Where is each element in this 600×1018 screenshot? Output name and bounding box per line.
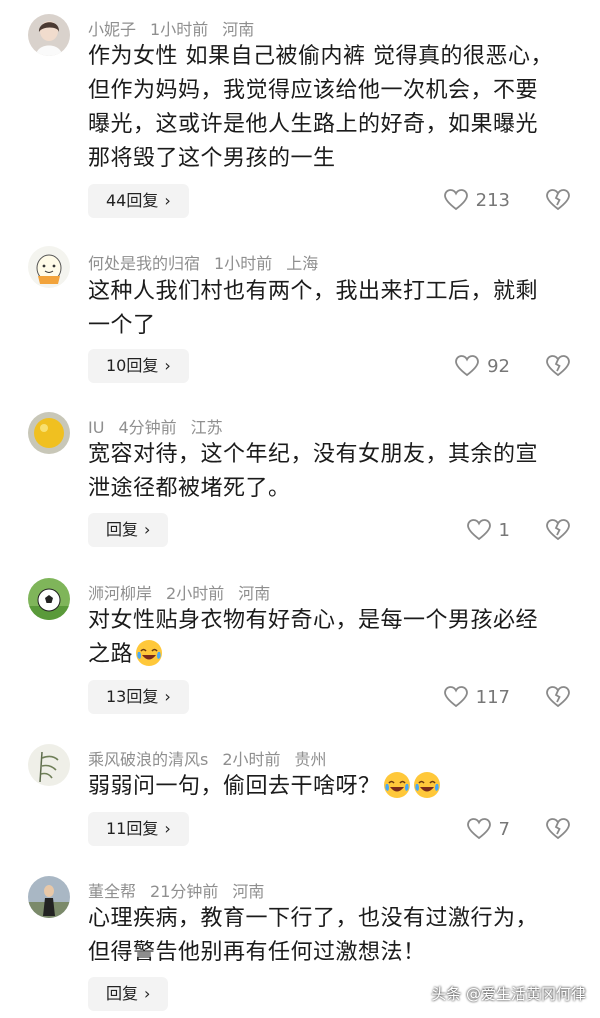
heart-icon — [455, 355, 479, 377]
username[interactable]: 浉河柳岸 — [88, 584, 152, 603]
chevron-right-icon: › — [144, 984, 151, 1003]
chevron-right-icon: › — [144, 520, 151, 539]
timestamp: 4分钟前 — [118, 418, 177, 437]
chevron-right-icon: › — [164, 819, 171, 838]
comment-text: 心理疾病，教育一下行了，也没有过激行为， 但得警告他别再有任何过激想法！ — [88, 906, 539, 965]
location: 河南 — [238, 584, 271, 603]
like-count: 1 — [498, 519, 510, 541]
like-count: 117 — [475, 686, 510, 708]
avatar[interactable] — [28, 578, 70, 620]
timestamp: 1小时前 — [214, 254, 273, 273]
like-count: 7 — [498, 818, 510, 840]
watermark: 头条 @爱生活黄冈何律 — [431, 985, 586, 1003]
like-count: 92 — [487, 355, 510, 377]
like-button[interactable]: 92 — [455, 355, 510, 377]
view-replies-button[interactable]: 10回复 › — [88, 349, 189, 383]
timestamp: 21分钟前 — [150, 882, 219, 901]
comment-text: 弱弱问一句，偷回去干啥呀？ — [88, 770, 568, 804]
dislike-button[interactable] — [546, 355, 570, 381]
chevron-right-icon: › — [164, 191, 171, 210]
reply-button[interactable]: 回复 › — [88, 513, 169, 547]
comment-meta: 浉河柳岸 2小时前 河南 — [88, 580, 284, 604]
comment-meta: 乘风破浪的清风s 2小时前 贵州 — [88, 746, 341, 770]
broken-heart-icon — [546, 519, 570, 541]
avatar[interactable] — [28, 14, 70, 56]
comment-meta: IU 4分钟前 江苏 — [88, 414, 237, 438]
view-replies-button[interactable]: 44回复 › — [88, 184, 189, 218]
dislike-button[interactable] — [546, 686, 570, 712]
timestamp: 2小时前 — [222, 750, 281, 769]
view-replies-button[interactable]: 13回复 › — [88, 680, 189, 714]
location: 河南 — [222, 20, 255, 39]
avatar[interactable] — [28, 876, 70, 918]
username[interactable]: 何处是我的归宿 — [88, 254, 200, 273]
timestamp: 1小时前 — [150, 20, 209, 39]
username[interactable]: 乘风破浪的清风s — [88, 750, 208, 769]
heart-icon — [443, 686, 468, 708]
dislike-button[interactable] — [546, 818, 570, 844]
location: 贵州 — [294, 750, 327, 769]
heart-icon — [466, 519, 491, 541]
chevron-right-icon: › — [164, 687, 171, 706]
heart-icon — [466, 818, 491, 840]
heart-icon — [443, 189, 468, 211]
location: 江苏 — [190, 418, 223, 437]
like-button[interactable]: 117 — [443, 686, 510, 708]
avatar[interactable] — [28, 412, 70, 454]
laughing-crying-emoji-icon — [413, 772, 440, 798]
timestamp: 2小时前 — [166, 584, 225, 603]
like-button[interactable]: 1 — [466, 519, 510, 541]
comment-text: 宽容对待，这个年纪，没有女朋友，其余的宣 泄途径都被堵死了。 — [88, 442, 539, 501]
username[interactable]: 小妮子 — [88, 20, 136, 39]
broken-heart-icon — [546, 818, 570, 840]
like-button[interactable]: 213 — [443, 189, 510, 211]
username[interactable]: IU — [88, 418, 104, 437]
broken-heart-icon — [546, 686, 570, 708]
like-button[interactable]: 7 — [466, 818, 510, 840]
dislike-button[interactable] — [546, 189, 570, 215]
avatar[interactable] — [28, 744, 70, 786]
laughing-crying-emoji-icon — [383, 772, 410, 798]
comment-text: 这种人我们村也有两个，我出来打工后，就剩 一个了 — [88, 279, 539, 338]
username[interactable]: 董全帮 — [88, 882, 136, 901]
avatar[interactable] — [28, 246, 70, 288]
laughing-crying-emoji-icon — [136, 640, 163, 666]
chevron-right-icon: › — [164, 356, 171, 375]
location: 河南 — [232, 882, 265, 901]
comment-meta: 小妮子 1小时前 河南 — [88, 16, 268, 40]
view-replies-button[interactable]: 11回复 › — [88, 812, 189, 846]
comment-meta: 何处是我的归宿 1小时前 上海 — [88, 250, 332, 274]
like-count: 213 — [475, 189, 510, 211]
location: 上海 — [286, 254, 319, 273]
comment-text: 对女性贴身衣物有好奇心，是每一个男孩必经 之路 — [88, 608, 539, 667]
dislike-button[interactable] — [546, 519, 570, 545]
comment-meta: 董全帮 21分钟前 河南 — [88, 878, 278, 902]
reply-button[interactable]: 回复 › — [88, 977, 169, 1011]
comment-text: 作为女性 如果自己被偷内裤 觉得真的很恶心， 但作为妈妈，我觉得应该给他一次机会… — [88, 44, 553, 171]
broken-heart-icon — [546, 189, 570, 211]
broken-heart-icon — [546, 355, 570, 377]
